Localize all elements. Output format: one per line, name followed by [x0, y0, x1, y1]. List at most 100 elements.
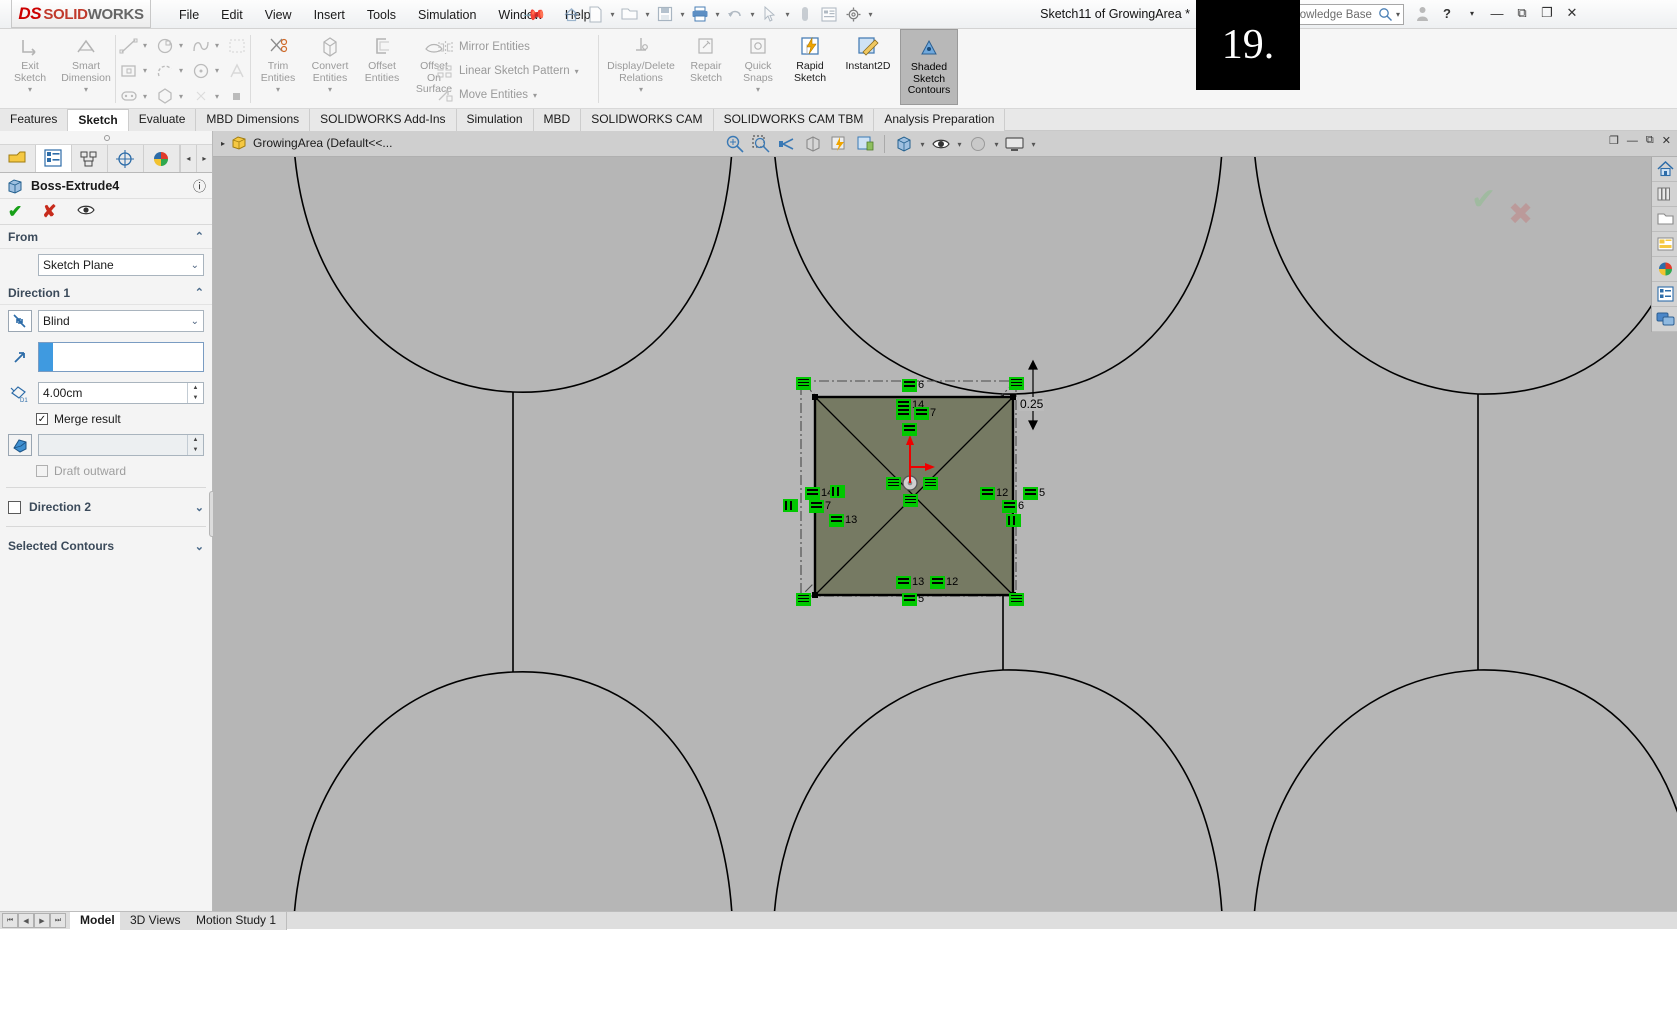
close-doc-icon[interactable]: ✕ — [1662, 134, 1671, 147]
stepper-up-icon[interactable]: ▲ — [188, 435, 203, 445]
view-settings-caret-icon[interactable]: ▾ — [1029, 140, 1038, 149]
rebuild-icon[interactable] — [794, 3, 816, 25]
direction1-depth-input[interactable]: 4.00cm ▲ ▼ — [38, 382, 204, 404]
relation-coincident-icon[interactable] — [923, 477, 938, 490]
hide-show-items-icon[interactable] — [892, 132, 916, 156]
exit-sketch-button[interactable]: Exit Sketch ▾ — [4, 29, 56, 96]
trim-entities-button[interactable]: Trim Entities ▾ — [252, 29, 304, 96]
rectangle-caret-icon[interactable]: ▾ — [143, 66, 151, 75]
section-direction1-header[interactable]: Direction 1 ⌃ — [0, 281, 212, 305]
minimize-button[interactable]: — — [1487, 3, 1507, 23]
section-from-header[interactable]: From ⌃ — [0, 225, 212, 249]
configuration-manager-tab[interactable] — [72, 145, 108, 172]
undo-icon[interactable] — [724, 3, 746, 25]
tab-evaluate[interactable]: Evaluate — [128, 109, 197, 131]
chevron-down-icon[interactable]: ⌄ — [191, 260, 199, 271]
restore-button[interactable]: ⧉ — [1512, 3, 1532, 23]
view-settings-icon[interactable] — [1003, 132, 1027, 156]
draft-outward-checkbox-row[interactable]: Draft outward — [0, 461, 212, 481]
arc-icon[interactable] — [154, 60, 176, 82]
open-document-caret-icon[interactable]: ▾ — [643, 10, 652, 19]
rapid-sketch-button[interactable]: Rapid Sketch — [784, 29, 836, 95]
property-tab-next-button[interactable]: ▸ — [195, 145, 212, 172]
home-view-icon[interactable] — [1652, 157, 1677, 182]
detailed-preview-button[interactable] — [76, 203, 95, 220]
ellipse-icon[interactable] — [190, 60, 212, 82]
draft-angle-stepper[interactable]: ▲ ▼ — [187, 435, 203, 455]
options-caret-icon[interactable]: ▾ — [866, 10, 875, 19]
breadcrumb[interactable]: ▸ GrowingArea (Default<<... — [221, 135, 392, 151]
move-entities-item[interactable]: Move Entities ▾ — [432, 83, 545, 107]
tab-solidworks-cam[interactable]: SOLIDWORKS CAM — [581, 109, 714, 131]
help-icon[interactable]: ? — [1437, 3, 1457, 23]
section-view-icon[interactable] — [801, 132, 825, 156]
maximize-button[interactable]: ❐ — [1537, 3, 1557, 23]
minimize-doc-icon[interactable]: — — [1627, 135, 1638, 147]
property-manager-tab[interactable] — [35, 145, 72, 172]
draft-outward-checkbox[interactable] — [36, 465, 48, 477]
close-button[interactable]: ✕ — [1562, 3, 1582, 23]
home-icon[interactable] — [560, 3, 582, 25]
graphics-area[interactable]: ▸ GrowingArea (Default<<... ▾ ▾ ▾ ▾ ❐ — … — [213, 131, 1677, 911]
select-caret-icon[interactable]: ▾ — [783, 10, 792, 19]
menu-simulation[interactable]: Simulation — [407, 5, 487, 25]
relation-equal-icon[interactable] — [805, 487, 820, 500]
merge-result-checkbox[interactable]: ✓ — [36, 413, 48, 425]
arc-caret-icon[interactable]: ▾ — [179, 66, 187, 75]
maximize-doc-icon[interactable]: ⧉ — [1646, 134, 1654, 147]
apply-scene-icon[interactable] — [966, 132, 990, 156]
trim-entities-caret-icon[interactable]: ▾ — [276, 84, 280, 96]
display-delete-relations-caret-icon[interactable]: ▾ — [639, 84, 643, 96]
tab-analysis-preparation[interactable]: Analysis Preparation — [874, 109, 1006, 131]
from-start-condition-select[interactable]: Sketch Plane ⌄ — [38, 254, 204, 276]
search-dropdown-caret-icon[interactable]: ▾ — [1396, 10, 1400, 19]
direction1-reference-value[interactable] — [53, 343, 203, 371]
previous-view-icon[interactable] — [775, 132, 799, 156]
ghost-accept-icon[interactable]: ✔ — [1471, 182, 1496, 217]
direction1-depth-stepper[interactable]: ▲ ▼ — [187, 383, 203, 403]
open-document-icon[interactable] — [619, 3, 641, 25]
display-style-icon[interactable] — [853, 132, 877, 156]
linear-sketch-pattern-item[interactable]: Linear Sketch Pattern ▾ — [432, 59, 587, 83]
menu-view[interactable]: View — [254, 5, 303, 25]
tab-solidworks-cam-tbm[interactable]: SOLIDWORKS CAM TBM — [713, 109, 875, 131]
display-manager-tab[interactable] — [144, 145, 180, 172]
next-tab-button[interactable]: ▶ — [34, 913, 50, 928]
zoom-to-area-icon[interactable] — [749, 132, 773, 156]
menu-tools[interactable]: Tools — [356, 5, 407, 25]
sketch-pattern-icon[interactable] — [226, 35, 248, 57]
sketch-text-icon[interactable] — [226, 60, 248, 82]
menu-edit[interactable]: Edit — [210, 5, 254, 25]
undo-caret-icon[interactable]: ▾ — [748, 10, 757, 19]
relation-equal-icon[interactable] — [896, 576, 911, 589]
design-library-icon[interactable] — [1652, 182, 1677, 207]
move-entities-caret-icon[interactable]: ▾ — [533, 91, 541, 100]
hide-show-items-caret-icon[interactable]: ▾ — [918, 140, 927, 149]
plane-icon[interactable] — [226, 85, 248, 107]
smart-dimension-button[interactable]: Smart Dimension ▾ — [56, 29, 116, 96]
breadcrumb-expand-icon[interactable]: ▸ — [221, 139, 225, 148]
display-delete-relations-button[interactable]: Display/Delete Relations ▾ — [602, 29, 680, 96]
repair-sketch-button[interactable]: Repair Sketch — [680, 29, 732, 95]
appearances-icon[interactable] — [1652, 257, 1677, 282]
chevron-down-icon[interactable]: ⌄ — [195, 501, 204, 514]
view-orientation-icon[interactable] — [827, 132, 851, 156]
quick-snaps-button[interactable]: Quick Snaps ▾ — [732, 29, 784, 96]
relation-parallel-icon[interactable] — [783, 499, 798, 512]
relation-equal-icon[interactable] — [809, 500, 824, 513]
instant2d-button[interactable]: Instant2D — [836, 29, 900, 95]
chevron-up-icon[interactable]: ⌃ — [195, 230, 204, 243]
draft-angle-input[interactable]: ▲ ▼ — [38, 434, 204, 456]
relation-equal-icon[interactable] — [902, 423, 917, 436]
direction2-checkbox[interactable] — [8, 500, 21, 514]
line-icon[interactable] — [118, 35, 140, 57]
relation-equal-icon[interactable] — [930, 576, 945, 589]
linear-sketch-pattern-caret-icon[interactable]: ▾ — [575, 67, 583, 76]
line-caret-icon[interactable]: ▾ — [143, 41, 151, 50]
bottom-tab-3d-views[interactable]: 3D Views — [120, 912, 192, 930]
print-icon[interactable] — [689, 3, 711, 25]
direction1-reference-selectbox[interactable] — [38, 342, 204, 372]
exit-sketch-caret-icon[interactable]: ▾ — [28, 84, 32, 96]
tab-solidworks-add-ins[interactable]: SOLIDWORKS Add-Ins — [310, 109, 457, 131]
tab-mbd-dimensions[interactable]: MBD Dimensions — [196, 109, 311, 131]
